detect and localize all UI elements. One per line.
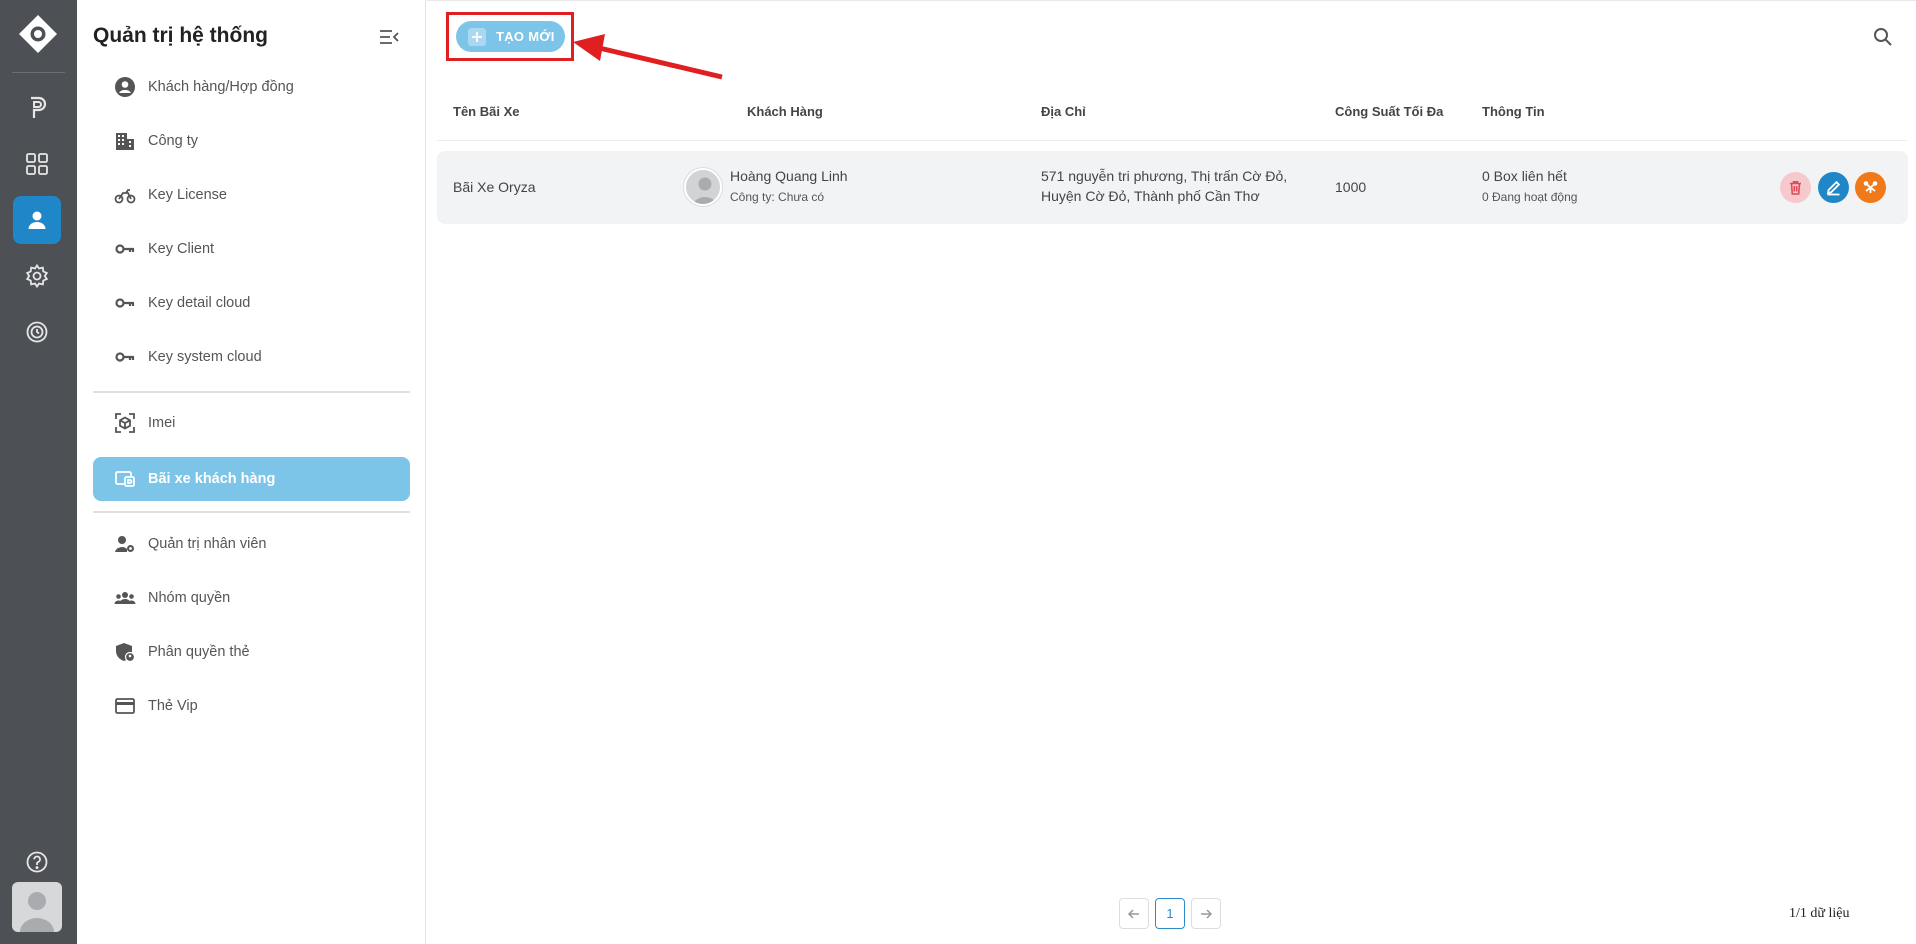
address-line2-cell: Huyện Cờ Đỏ, Thành phố Cần Thơ	[1041, 188, 1260, 204]
previous-page-button[interactable]	[1119, 898, 1149, 929]
create-button-highlight: TẠO MỚI	[446, 12, 574, 61]
capacity-cell: 1000	[1335, 179, 1367, 195]
parking-lot-icon	[113, 467, 137, 491]
sidebar-item-staff-admin[interactable]: Quản trị nhân viên	[93, 522, 410, 566]
edit-button[interactable]	[1818, 172, 1849, 203]
column-header-info: Thông Tin	[1482, 104, 1545, 119]
parking-name-cell: Bãi Xe Oryza	[453, 179, 536, 195]
column-header-parking-name: Tên Bãi Xe	[453, 104, 520, 119]
plus-icon	[468, 27, 486, 46]
table-row[interactable]: Bãi Xe Oryza Hoàng Quang Linh Công ty: C…	[437, 151, 1908, 224]
sidebar-item-key-license[interactable]: Key License	[93, 173, 410, 217]
sidebar-item-customers-contracts[interactable]: Khách hàng/Hợp đồng	[93, 65, 410, 109]
history-timer-icon[interactable]	[13, 308, 61, 356]
sidebar-item-label: Phân quyền thẻ	[148, 644, 250, 660]
main-content: TẠO MỚI Tên Bãi Xe Khách Hàng Địa Chỉ Cô…	[427, 0, 1916, 944]
app-logo-icon[interactable]	[18, 14, 58, 54]
collapse-sidebar-icon[interactable]	[378, 27, 400, 47]
user-avatar[interactable]	[12, 882, 62, 932]
arrow-right-icon	[1201, 908, 1213, 919]
column-header-customer: Khách Hàng	[747, 104, 823, 119]
sidebar-item-label: Key system cloud	[148, 349, 262, 365]
info-line2-cell: 0 Đang hoạt động	[1482, 190, 1578, 204]
pencil-icon	[1826, 180, 1841, 196]
sidebar-title: Quản trị hệ thống	[93, 24, 268, 47]
sidebar-item-label: Quản trị nhân viên	[148, 536, 267, 552]
building-icon	[113, 129, 137, 153]
sidebar-item-imei[interactable]: Imei	[93, 401, 410, 445]
customer-company-cell: Công ty: Chưa có	[730, 190, 825, 204]
sidebar-item-vip-card[interactable]: Thẻ Vip	[93, 684, 410, 728]
sidebar-divider	[93, 391, 410, 393]
users-group-icon	[113, 586, 137, 610]
annotation-arrow	[573, 34, 723, 80]
page-number-button[interactable]: 1	[1155, 898, 1185, 929]
shield-card-icon	[113, 640, 137, 664]
rail-divider	[12, 72, 65, 73]
next-page-button[interactable]	[1191, 898, 1221, 929]
credit-card-icon	[113, 694, 137, 718]
scan-cube-icon	[113, 411, 137, 435]
sidebar-item-label: Key License	[148, 187, 227, 203]
info-line1-cell: 0 Box liên hết	[1482, 168, 1567, 184]
dashboard-grid-icon[interactable]	[13, 140, 61, 188]
help-icon[interactable]	[13, 838, 61, 886]
sidebar-item-label: Nhóm quyền	[148, 590, 231, 606]
sidebar-item-label: Bãi xe khách hàng	[148, 471, 276, 487]
search-icon[interactable]	[1871, 25, 1895, 49]
sidebar-item-label: Key Client	[148, 241, 215, 257]
arrow-left-icon	[1127, 908, 1139, 919]
sidebar-item-label: Key detail cloud	[148, 295, 251, 311]
key-icon	[113, 345, 137, 369]
sidebar-item-label: Khách hàng/Hợp đồng	[148, 79, 294, 95]
trash-icon	[1790, 181, 1801, 195]
sidebar-item-key-client[interactable]: Key Client	[93, 227, 410, 271]
settings-gear-icon[interactable]	[13, 252, 61, 300]
user-admin-icon[interactable]	[13, 196, 61, 244]
address-line1-cell: 571 nguyễn tri phương, Thị trấn Cờ Đỏ,	[1041, 168, 1288, 184]
sidebar-item-label: Imei	[148, 415, 176, 431]
account-circle-icon	[113, 75, 137, 99]
user-gear-icon	[113, 532, 137, 556]
app-root: Quản trị hệ thống Khách hàng/Hợp đồng Cô…	[0, 0, 1916, 944]
sidebar-divider	[93, 511, 410, 513]
column-header-address: Địa Chỉ	[1041, 104, 1086, 119]
icon-rail	[0, 0, 77, 944]
sidebar-item-card-permission[interactable]: Phân quyền thẻ	[93, 630, 410, 674]
sidebar-item-company[interactable]: Công ty	[93, 119, 410, 163]
delete-button[interactable]	[1780, 172, 1811, 203]
parking-icon[interactable]	[13, 84, 61, 132]
customer-avatar	[684, 168, 722, 206]
sidebar-item-key-detail-cloud[interactable]: Key detail cloud	[93, 281, 410, 325]
sidebar-item-customer-parking[interactable]: Bãi xe khách hàng	[93, 457, 410, 501]
create-new-button[interactable]: TẠO MỚI	[456, 21, 565, 52]
key-icon	[113, 291, 137, 315]
sidebar-item-permission-groups[interactable]: Nhóm quyền	[93, 576, 410, 620]
column-header-max-capacity: Công Suất Tối Đa	[1335, 104, 1444, 119]
pagination-summary: 1/1 dữ liệu	[1789, 906, 1850, 921]
motorbike-icon	[113, 183, 137, 207]
configure-button[interactable]	[1855, 172, 1886, 203]
customer-name-cell: Hoàng Quang Linh	[730, 168, 848, 184]
sidebar-item-key-system-cloud[interactable]: Key system cloud	[93, 335, 410, 379]
network-config-icon	[1863, 181, 1878, 193]
create-new-label: TẠO MỚI	[496, 29, 555, 44]
sidebar-item-label: Thẻ Vip	[148, 698, 198, 714]
sidebar: Quản trị hệ thống Khách hàng/Hợp đồng Cô…	[77, 0, 426, 944]
table-header-divider	[437, 140, 1907, 141]
key-icon	[113, 237, 137, 261]
sidebar-item-label: Công ty	[148, 133, 198, 149]
